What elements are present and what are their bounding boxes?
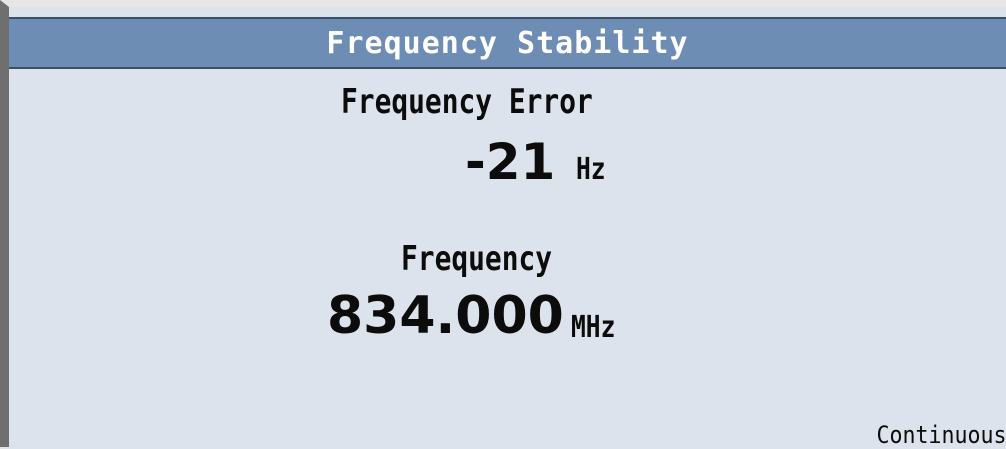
frequency-label: Frequency <box>401 239 553 279</box>
frequency-error-label: Frequency Error <box>341 82 593 122</box>
frequency-value: 834.000 <box>327 286 564 346</box>
frequency-unit: MHz <box>571 310 616 345</box>
screen-title: Frequency Stability <box>326 26 689 61</box>
measurement-screen: Frequency Stability Frequency Error -21 … <box>0 0 1006 449</box>
frequency-error-unit: Hz <box>576 152 606 187</box>
frequency-error-value: -21 <box>465 133 556 191</box>
measurement-mode-status: Continuous <box>875 421 1006 449</box>
title-bar: Frequency Stability <box>9 17 1006 69</box>
